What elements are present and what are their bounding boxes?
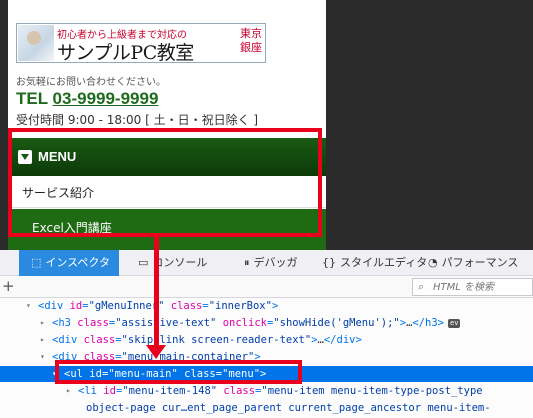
markup-val: "menu-item menu-item-type-post_type (261, 385, 483, 397)
banner-location: 東京 銀座 (240, 27, 262, 54)
markup-line[interactable]: ▸ <h3 class="assistive-text" onclick="sho… (0, 315, 533, 331)
markup-line[interactable]: object-page cur…ent_page_parent current_… (0, 400, 533, 416)
tab-inspector[interactable]: ⬚ インスペクタ (19, 250, 119, 276)
tab-label: コンソール (152, 256, 208, 269)
markup-tag: <div (52, 334, 84, 346)
markup-attr: id (69, 300, 83, 312)
html-search-input[interactable] (433, 280, 531, 294)
markup-line[interactable]: ▸ <li id="menu-item-148" class="menu-item… (0, 383, 533, 399)
site-banner[interactable]: 初心者から上級者まで対応の サンプルPC教室 東京 銀座 (16, 23, 266, 64)
style-editor-icon: {} (322, 256, 336, 269)
markup-content: object-page cur…ent_page_parent current_… (86, 400, 491, 416)
markup-content: <div class="skip-link screen-reader-text… (52, 332, 362, 348)
banner-title: サンプルPC教室 (57, 42, 194, 64)
markup-tag: <h3 (52, 317, 78, 329)
tab-performance[interactable]: ◔ パフォーマンス (424, 250, 533, 276)
search-icon: ⌕ (418, 280, 425, 293)
arrow-down-icon (146, 345, 166, 359)
collapse-toggle-icon[interactable]: ▸ (66, 383, 71, 399)
inspector-toolbar: + ⌕ (0, 276, 533, 298)
banner-person-image (18, 25, 54, 61)
markup-tag: <li (78, 385, 104, 397)
menu-highlight-box (8, 128, 322, 237)
contact-note: お気軽にお問い合わせください。 (16, 77, 166, 88)
markup-content: <li id="menu-item-148" class="menu-item … (78, 383, 483, 399)
markup-tag: > (271, 300, 279, 312)
add-node-button[interactable]: + (2, 277, 15, 295)
tab-label: スタイルエディタ (340, 256, 428, 269)
markup-tag: <div (38, 300, 70, 312)
tel-number-link[interactable]: 03-9999-9999 (53, 89, 159, 108)
tab-debugger[interactable]: ⏸ デバッガ (240, 250, 310, 276)
debugger-icon: ⏸ (244, 256, 250, 269)
tab-label: パフォーマンス (441, 256, 519, 269)
devtools-panel: ⬚ インスペクタ ▭ コンソール ⏸ デバッガ {} スタイルエディタ ◔ パフォーマンス… (0, 250, 533, 418)
arrow-shaft (154, 237, 159, 347)
markup-attr: class (164, 300, 203, 312)
event-badge[interactable]: ev (448, 319, 461, 328)
markup-attr: class (83, 334, 116, 346)
tab-console[interactable]: ▭ コンソール (132, 250, 232, 276)
expand-toggle-icon[interactable]: ▾ (26, 298, 31, 314)
collapse-toggle-icon[interactable]: ▸ (40, 315, 45, 331)
markup-tag: </div> (323, 334, 362, 346)
markup-val: "innerBox" (208, 300, 272, 312)
console-icon: ▭ (138, 256, 149, 269)
markup-attr: class (77, 317, 109, 329)
markup-val: "showHide('gMenu');" (273, 317, 400, 329)
markup-attr: id (103, 385, 116, 397)
markup-tag: </h3> (412, 317, 444, 329)
markup-line[interactable]: ▾ <div id="gMenuInner" class="innerBox"> (0, 298, 533, 314)
markup-attr: onclick (216, 317, 267, 329)
ul-highlight-box (55, 360, 302, 384)
markup-val: object-page cur…ent_page_parent current_… (86, 402, 491, 414)
collapse-toggle-icon[interactable]: ▸ (40, 332, 45, 348)
markup-content: <h3 class="assistive-text" onclick="show… (52, 315, 461, 331)
markup-val: "menu-item-148" (122, 385, 218, 397)
business-hours: 受付時間 9:00 - 18:00 [ 土・日・祝日除く ] (16, 113, 259, 127)
tel-prefix: TEL (16, 89, 48, 108)
markup-line[interactable]: ▸ <div class="skip-link screen-reader-tex… (0, 332, 533, 348)
markup-val: "assistive-text" (115, 317, 217, 329)
expand-toggle-icon[interactable]: ▾ (40, 349, 45, 365)
inspector-icon: ⬚ (31, 256, 42, 269)
tab-label: デバッガ (253, 256, 298, 269)
tab-style-editor[interactable]: {} スタイルエディタ (318, 250, 427, 276)
html-search-box[interactable]: ⌕ (412, 278, 533, 296)
tab-label: インスペクタ (45, 256, 110, 269)
devtools-tabbar: ⬚ インスペクタ ▭ コンソール ⏸ デバッガ {} スタイルエディタ ◔ パフォーマンス (0, 250, 533, 276)
performance-icon: ◔ (428, 256, 438, 269)
phone-number[interactable]: TEL 03-9999-9999 (16, 89, 158, 109)
markup-attr: class (217, 385, 256, 397)
